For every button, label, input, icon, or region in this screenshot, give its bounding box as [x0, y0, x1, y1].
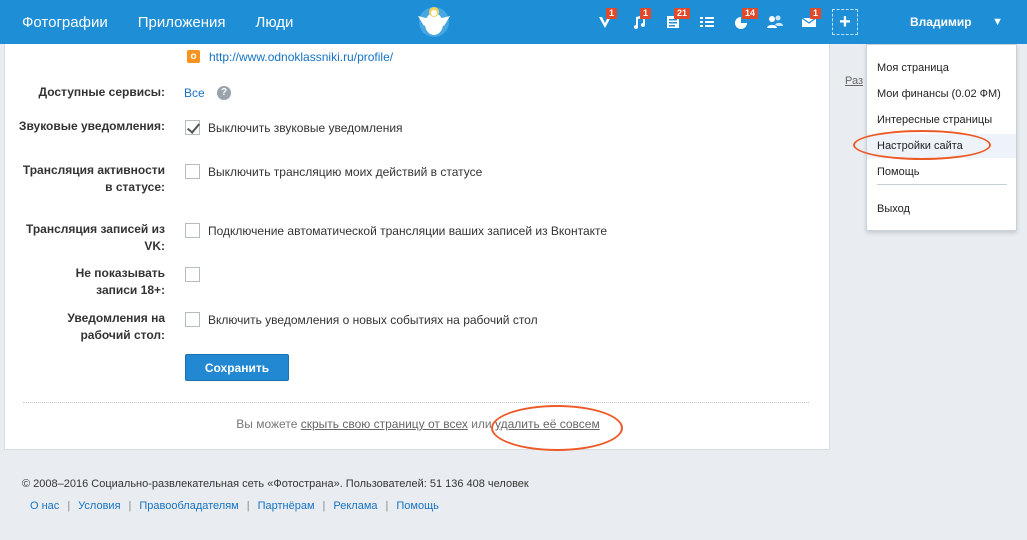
services-label: Доступные сервисы:	[38, 85, 166, 99]
annotation-oval-settings	[853, 130, 991, 160]
footer-links: О нас | Условия | Правообладателям | Пар…	[30, 500, 439, 512]
hide-18plus-checkbox[interactable]	[185, 267, 200, 282]
save-button[interactable]: Сохранить	[185, 354, 289, 381]
site-logo[interactable]	[404, 2, 464, 42]
add-button[interactable]: +	[832, 9, 858, 35]
dropdown-item-finances[interactable]: Мои финансы (0.02 ФМ)	[877, 88, 1001, 100]
mail-icon[interactable]: 1	[792, 0, 826, 44]
divider	[23, 402, 809, 403]
vk-option-text[interactable]: Подключение автоматической трансляции ва…	[208, 224, 607, 238]
row-label-activity: Трансляция активности в статусе:	[22, 163, 165, 194]
news-badge: 21	[674, 8, 691, 19]
footer-link-copyright[interactable]: Правообладателям	[139, 500, 238, 512]
dropdown-item-my-page[interactable]: Моя страница	[877, 62, 949, 74]
row-label-desktop: Уведомления на рабочий стол:	[67, 311, 165, 342]
activity-checkbox[interactable]	[185, 164, 200, 179]
user-menu-toggle[interactable]: Владимир ▼	[866, 0, 1017, 44]
hide-page-link[interactable]: скрыть свою страницу от всех	[301, 417, 468, 431]
footer-link-partners[interactable]: Партнёрам	[258, 500, 315, 512]
privacy-line: Вы можете скрыть свою страницу от всех и…	[5, 417, 831, 431]
footer-link-help[interactable]: Помощь	[396, 500, 439, 512]
activity-option-text[interactable]: Выключить трансляцию моих действий в ста…	[208, 165, 482, 179]
settings-panel: о http://www.odnoklassniki.ru/profile/ Д…	[4, 44, 830, 450]
footer-link-terms[interactable]: Условия	[78, 500, 120, 512]
dropdown-item-help[interactable]: Помощь	[877, 166, 920, 178]
dropdown-item-logout[interactable]: Выход	[877, 203, 910, 215]
sound-option-text[interactable]: Выключить звуковые уведомления	[208, 121, 403, 135]
odnoklassniki-icon: о	[187, 50, 200, 63]
news-icon[interactable]: 21	[656, 0, 691, 44]
footer-sep: |	[385, 500, 389, 512]
row-label-vk: Трансляция записей из VK:	[25, 222, 165, 253]
footer-link-ads[interactable]: Реклама	[333, 500, 377, 512]
services-value[interactable]: Все	[184, 86, 205, 100]
music-badge: 1	[640, 8, 652, 19]
pie-icon[interactable]: 14	[724, 0, 759, 44]
dropdown-separator	[877, 184, 1007, 185]
user-name: Владимир	[910, 15, 972, 29]
footer-link-about[interactable]: О нас	[30, 500, 59, 512]
row-label-sound: Звуковые уведомления:	[18, 119, 165, 133]
footer-sep: |	[128, 500, 132, 512]
desktop-notify-checkbox[interactable]	[185, 312, 200, 327]
vk-checkbox[interactable]	[185, 223, 200, 238]
nav-photos[interactable]: Фотографии	[22, 14, 108, 31]
side-link[interactable]: Раз	[845, 75, 863, 87]
nav-people[interactable]: Люди	[255, 14, 293, 31]
top-bar: Фотографии Приложения Люди 1 1 21 14 1 +…	[0, 0, 1027, 44]
v-icon[interactable]: 1	[588, 0, 622, 44]
desktop-option-text[interactable]: Включить уведомления о новых событиях на…	[208, 313, 538, 327]
profile-link[interactable]: http://www.odnoklassniki.ru/profile/	[209, 50, 393, 64]
music-icon[interactable]: 1	[622, 0, 656, 44]
privacy-prefix: Вы можете	[236, 417, 298, 431]
top-icons: 1 1 21 14 1	[588, 0, 826, 44]
copyright: © 2008–2016 Социально-развлекательная се…	[22, 478, 529, 490]
mail-badge: 1	[810, 8, 822, 19]
list-icon[interactable]	[690, 0, 724, 44]
privacy-or: или	[471, 417, 492, 431]
annotation-oval-delete	[491, 405, 623, 451]
row-label-18plus: Не показывать записи 18+:	[75, 266, 165, 297]
chevron-down-icon: ▼	[992, 16, 1003, 28]
dropdown-item-interesting[interactable]: Интересные страницы	[877, 114, 992, 126]
nav-apps[interactable]: Приложения	[138, 14, 226, 31]
footer-sep: |	[246, 500, 250, 512]
v-badge: 1	[606, 8, 618, 19]
footer-sep: |	[322, 500, 326, 512]
friends-icon[interactable]	[758, 0, 792, 44]
footer-sep: |	[67, 500, 71, 512]
pie-badge: 14	[742, 8, 759, 19]
help-icon[interactable]: ?	[217, 86, 231, 100]
sound-checkbox[interactable]	[185, 120, 200, 135]
main-nav: Фотографии Приложения Люди	[0, 0, 301, 44]
